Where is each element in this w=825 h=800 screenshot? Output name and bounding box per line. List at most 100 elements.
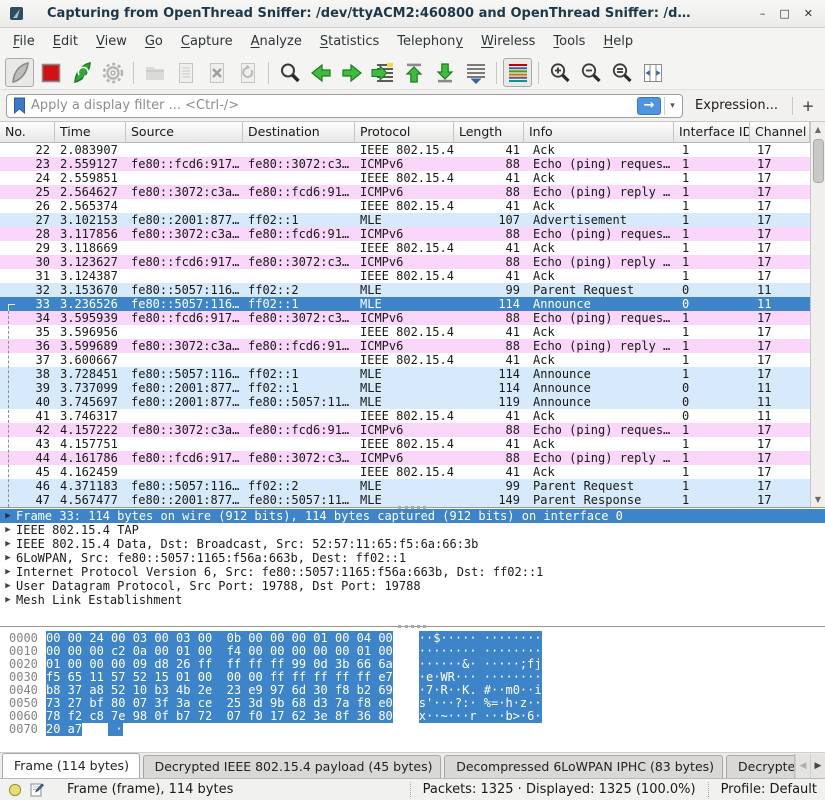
packet-row[interactable]: 273.102153fe80::2001:877…ff02::1MLE107Ad… — [0, 213, 810, 227]
expander-icon[interactable]: ▶ — [0, 593, 16, 607]
save-file-button[interactable] — [171, 58, 200, 87]
restart-capture-button[interactable] — [67, 58, 96, 87]
menu-analyze[interactable]: Analyze — [242, 29, 311, 55]
menu-file[interactable]: File — [4, 29, 44, 55]
zoom-in-button[interactable] — [545, 58, 574, 87]
packet-row[interactable]: 293.118669IEEE 802.15.441Ack117 — [0, 241, 810, 255]
scroll-up-icon[interactable]: ▲ — [811, 122, 825, 137]
packet-row[interactable]: 393.737099fe80::2001:877…ff02::1MLE114An… — [0, 381, 810, 395]
packet-row[interactable]: 464.371183fe80::5057:116…ff02::2MLE99Par… — [0, 479, 810, 493]
hex-ascii[interactable]: x··~···r ···b>·6· — [419, 710, 542, 723]
packet-row[interactable]: 343.595939fe80::fcd6:917…fe80::3072:c3…I… — [0, 311, 810, 325]
minimize-button[interactable]: – — [760, 7, 766, 21]
open-file-button[interactable] — [140, 58, 169, 87]
column-header-time[interactable]: Time — [55, 122, 126, 142]
go-to-packet-button[interactable] — [368, 58, 397, 87]
packet-row[interactable]: 454.162459IEEE 802.15.441Ack117 — [0, 465, 810, 479]
expander-icon[interactable]: ▶ — [0, 537, 16, 551]
packet-row[interactable]: 252.564627fe80::3072:c3a…fe80::fcd6:91…I… — [0, 185, 810, 199]
close-button[interactable]: ✕ — [804, 7, 813, 21]
detail-line[interactable]: ▶User Datagram Protocol, Src Port: 19788… — [0, 579, 825, 593]
menu-tools[interactable]: Tools — [544, 29, 594, 55]
expert-info-icon[interactable] — [8, 783, 22, 797]
packet-row[interactable]: 333.236526fe80::5057:116…ff02::1MLE114An… — [0, 297, 810, 311]
menu-telephony[interactable]: Telephony — [388, 29, 472, 55]
column-header-dst[interactable]: Destination — [243, 122, 355, 142]
hex-bytes[interactable]: 78 f2 c8 7e 98 0f b7 72 07 f0 17 62 3e 8… — [46, 710, 393, 723]
expression-button[interactable]: Expression... — [695, 98, 778, 113]
detail-line[interactable]: ▶6LoWPAN, Src: fe80::5057:1165:f56a:663b… — [0, 551, 825, 565]
expander-icon[interactable]: ▶ — [0, 579, 16, 593]
go-last-button[interactable] — [430, 58, 459, 87]
detail-line[interactable]: ▶Mesh Link Establishment — [0, 593, 825, 607]
capture-comment-icon[interactable] — [30, 782, 45, 797]
zoom-reset-button[interactable] — [607, 58, 636, 87]
splitter-handle[interactable] — [398, 625, 426, 628]
close-file-button[interactable] — [202, 58, 231, 87]
column-header-chan[interactable]: Channel — [750, 122, 810, 142]
menu-edit[interactable]: Edit — [44, 29, 87, 55]
packet-row[interactable]: 313.124387IEEE 802.15.441Ack117 — [0, 269, 810, 283]
start-capture-button[interactable] — [5, 58, 34, 87]
splitter-handle[interactable] — [398, 506, 426, 509]
zoom-out-button[interactable] — [576, 58, 605, 87]
column-header-info[interactable]: Info — [524, 122, 674, 142]
tab-scroll-right-icon[interactable]: ▶ — [810, 754, 825, 778]
go-forward-button[interactable] — [337, 58, 366, 87]
display-filter-input[interactable]: Apply a display filter ... <Ctrl-/> → ▾ — [6, 94, 683, 118]
go-first-button[interactable] — [399, 58, 428, 87]
packet-row[interactable]: 283.117856fe80::3072:c3a…fe80::fcd6:91…I… — [0, 227, 810, 241]
detail-line[interactable]: ▶Internet Protocol Version 6, Src: fe80:… — [0, 565, 825, 579]
packet-row[interactable]: 413.746317IEEE 802.15.441Ack011 — [0, 409, 810, 423]
add-filter-button[interactable]: + — [797, 97, 819, 115]
capture-options-button[interactable] — [98, 58, 127, 87]
packet-list-scrollbar[interactable]: ▲ ▼ — [810, 122, 825, 507]
packet-row[interactable]: 444.161786fe80::fcd6:917…fe80::3072:c3…I… — [0, 451, 810, 465]
detail-line[interactable]: ▶IEEE 802.15.4 Data, Dst: Broadcast, Src… — [0, 537, 825, 551]
profile-button[interactable]: Profile: Default — [708, 782, 817, 797]
menu-view[interactable]: View — [87, 29, 136, 55]
packet-row[interactable]: 323.153670fe80::5057:116…ff02::2MLE99Par… — [0, 283, 810, 297]
scroll-down-icon[interactable]: ▼ — [811, 492, 825, 507]
tab-scroll-left-icon[interactable]: ◀ — [795, 754, 810, 778]
expander-icon[interactable]: ▶ — [0, 523, 16, 537]
packet-row[interactable]: 434.157751IEEE 802.15.441Ack117 — [0, 437, 810, 451]
detail-line[interactable]: ▶Frame 33: 114 bytes on wire (912 bits),… — [0, 509, 825, 523]
apply-filter-button[interactable]: → — [637, 97, 661, 115]
packet-row[interactable]: 363.599689fe80::3072:c3a…fe80::fcd6:91…I… — [0, 339, 810, 353]
column-header-len[interactable]: Length — [454, 122, 524, 142]
packet-row[interactable]: 474.567477fe80::2001:877…fe80::5057:11…M… — [0, 493, 810, 507]
hex-ascii[interactable]: · — [108, 723, 122, 736]
hex-row[interactable]: 006078 f2 c8 7e 98 0f b7 72 07 f0 17 62 … — [0, 710, 825, 723]
menu-capture[interactable]: Capture — [172, 29, 242, 55]
column-header-no[interactable]: No. — [0, 122, 55, 142]
menu-wireless[interactable]: Wireless — [472, 29, 544, 55]
colorize-button[interactable] — [503, 58, 532, 87]
expander-icon[interactable]: ▶ — [0, 565, 16, 579]
packet-row[interactable]: 403.745697fe80::2001:877…fe80::5057:11…M… — [0, 395, 810, 409]
byte-view-tab-0[interactable]: Frame (114 bytes) — [2, 753, 140, 778]
byte-view-tab-1[interactable]: Decrypted IEEE 802.15.4 payload (45 byte… — [143, 755, 442, 778]
packet-row[interactable]: 383.728451fe80::5057:116…ff02::1MLE114An… — [0, 367, 810, 381]
resize-columns-button[interactable] — [638, 58, 667, 87]
column-header-proto[interactable]: Protocol — [355, 122, 454, 142]
packet-row[interactable]: 222.083907IEEE 802.15.441Ack117 — [0, 143, 810, 157]
packet-row[interactable]: 242.559851IEEE 802.15.441Ack117 — [0, 171, 810, 185]
scrollbar-thumb[interactable] — [813, 139, 824, 183]
menu-help[interactable]: Help — [594, 29, 642, 55]
packet-row[interactable]: 373.600667IEEE 802.15.441Ack117 — [0, 353, 810, 367]
packet-row[interactable]: 262.565374IEEE 802.15.441Ack117 — [0, 199, 810, 213]
filter-history-dropdown[interactable]: ▾ — [664, 97, 680, 115]
stop-capture-button[interactable] — [36, 58, 65, 87]
menu-statistics[interactable]: Statistics — [311, 29, 388, 55]
byte-view-tab-2[interactable]: Decompressed 6LoWPAN IPHC (83 bytes) — [444, 755, 723, 778]
packet-row[interactable]: 353.596956IEEE 802.15.441Ack117 — [0, 325, 810, 339]
detail-line[interactable]: ▶IEEE 802.15.4 TAP — [0, 523, 825, 537]
packet-row[interactable]: 424.157222fe80::3072:c3a…fe80::fcd6:91…I… — [0, 423, 810, 437]
auto-scroll-button[interactable] — [461, 58, 490, 87]
maximize-button[interactable]: □ — [779, 7, 789, 21]
go-back-button[interactable] — [306, 58, 335, 87]
find-packet-button[interactable] — [275, 58, 304, 87]
packet-row[interactable]: 303.123627fe80::fcd6:917…fe80::3072:c3…I… — [0, 255, 810, 269]
expander-icon[interactable]: ▶ — [0, 551, 16, 565]
